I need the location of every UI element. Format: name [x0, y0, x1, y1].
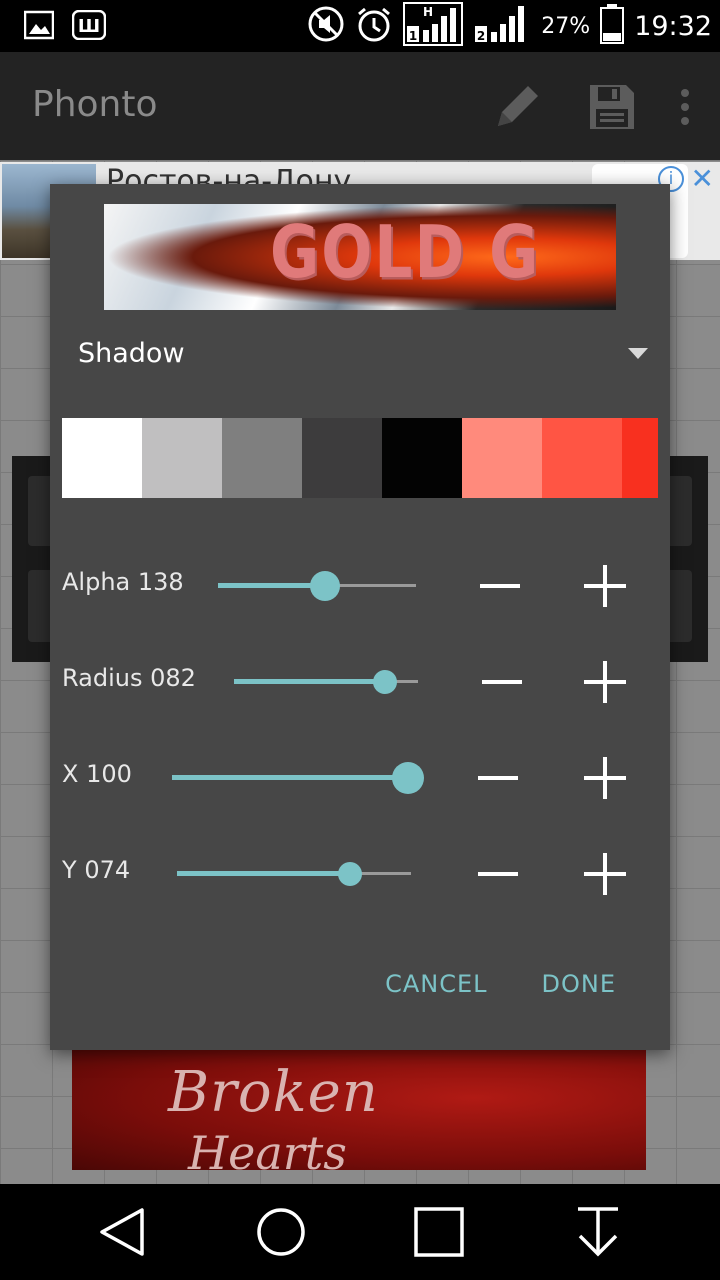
pencil-icon[interactable] — [490, 80, 544, 138]
y-label: Y 074 — [62, 856, 131, 884]
slider-fill — [218, 583, 325, 588]
color-swatch[interactable] — [62, 418, 142, 498]
alarm-icon — [355, 5, 393, 47]
y-row: Y 074 — [62, 844, 658, 904]
color-swatches — [62, 418, 658, 498]
y-value: 074 — [84, 856, 131, 884]
alpha-slider[interactable] — [218, 556, 416, 616]
color-swatch[interactable] — [222, 418, 302, 498]
slider-fill — [234, 679, 385, 684]
x-slider[interactable] — [172, 748, 424, 808]
sim1-signal-icon: H 1 — [403, 2, 464, 50]
status-bar: Ш H 1 2 27% 19:32 — [0, 0, 720, 52]
slider-thumb[interactable] — [372, 670, 397, 694]
network-type-label: H — [423, 5, 433, 19]
battery-icon — [600, 4, 625, 48]
ad-close-icon[interactable]: ✕ — [691, 162, 714, 195]
app-bar: Phonto — [0, 52, 720, 160]
download-icon[interactable] — [574, 1206, 622, 1262]
w-app-icon: Ш — [71, 9, 107, 44]
mode-dropdown[interactable]: Shadow — [78, 334, 648, 378]
slider-fill — [172, 775, 408, 780]
color-swatch[interactable] — [462, 418, 542, 498]
done-button[interactable]: DONE — [542, 970, 617, 998]
alpha-label: Alpha 138 — [62, 568, 184, 596]
y-increase-button[interactable] — [584, 853, 626, 895]
sim2-label: 2 — [477, 29, 485, 43]
x-value: 100 — [86, 760, 132, 788]
radius-row: Radius 082 — [62, 652, 658, 712]
dropdown-arrow-icon — [628, 348, 648, 359]
text-preview: GOLD G — [104, 204, 616, 310]
y-slider[interactable] — [177, 844, 411, 904]
slider-fill — [177, 871, 351, 876]
sim1-label: 1 — [409, 29, 417, 43]
alpha-decrease-button[interactable] — [480, 566, 520, 606]
x-decrease-button[interactable] — [478, 758, 518, 798]
slider-thumb[interactable] — [338, 862, 363, 886]
recents-icon[interactable] — [413, 1206, 465, 1262]
alpha-increase-button[interactable] — [584, 565, 626, 607]
color-swatch[interactable] — [622, 418, 658, 498]
clock: 19:32 — [634, 10, 712, 42]
svg-text:Ш: Ш — [78, 16, 100, 37]
battery-percent: 27% — [541, 13, 591, 39]
shadow-dialog: GOLD G Shadow Alpha 138 Radius 082 X 100… — [50, 184, 670, 1050]
slider-thumb[interactable] — [309, 571, 340, 601]
poster-subtitle: Hearts — [188, 1126, 347, 1170]
app-title: Phonto — [32, 84, 158, 125]
back-icon[interactable] — [98, 1206, 146, 1262]
slider-thumb[interactable] — [392, 762, 424, 794]
radius-increase-button[interactable] — [584, 661, 626, 703]
radius-slider[interactable] — [234, 652, 418, 712]
color-swatch[interactable] — [382, 418, 462, 498]
radius-value: 082 — [150, 664, 196, 692]
color-swatch[interactable] — [542, 418, 622, 498]
x-row: X 100 — [62, 748, 658, 808]
preview-text: GOLD G — [270, 211, 541, 295]
radius-label: Radius 082 — [62, 664, 196, 692]
save-icon[interactable] — [588, 83, 636, 135]
radius-decrease-button[interactable] — [482, 662, 522, 702]
color-swatch[interactable] — [302, 418, 382, 498]
sim2-signal-icon: 2 — [473, 4, 531, 48]
overflow-menu-icon[interactable] — [680, 87, 690, 131]
mode-dropdown-label: Shadow — [78, 338, 185, 369]
mute-icon — [307, 5, 345, 47]
y-decrease-button[interactable] — [478, 854, 518, 894]
x-increase-button[interactable] — [584, 757, 626, 799]
poster-title: Broken — [168, 1060, 379, 1125]
color-swatch[interactable] — [142, 418, 222, 498]
alpha-value: 138 — [137, 568, 184, 596]
alpha-row: Alpha 138 — [62, 556, 658, 616]
x-label: X 100 — [62, 760, 132, 788]
gallery-icon — [23, 10, 55, 44]
navigation-bar — [0, 1184, 720, 1280]
cancel-button[interactable]: CANCEL — [385, 970, 487, 998]
background-poster: Broken Hearts — [72, 1050, 646, 1170]
home-icon[interactable] — [255, 1206, 307, 1262]
